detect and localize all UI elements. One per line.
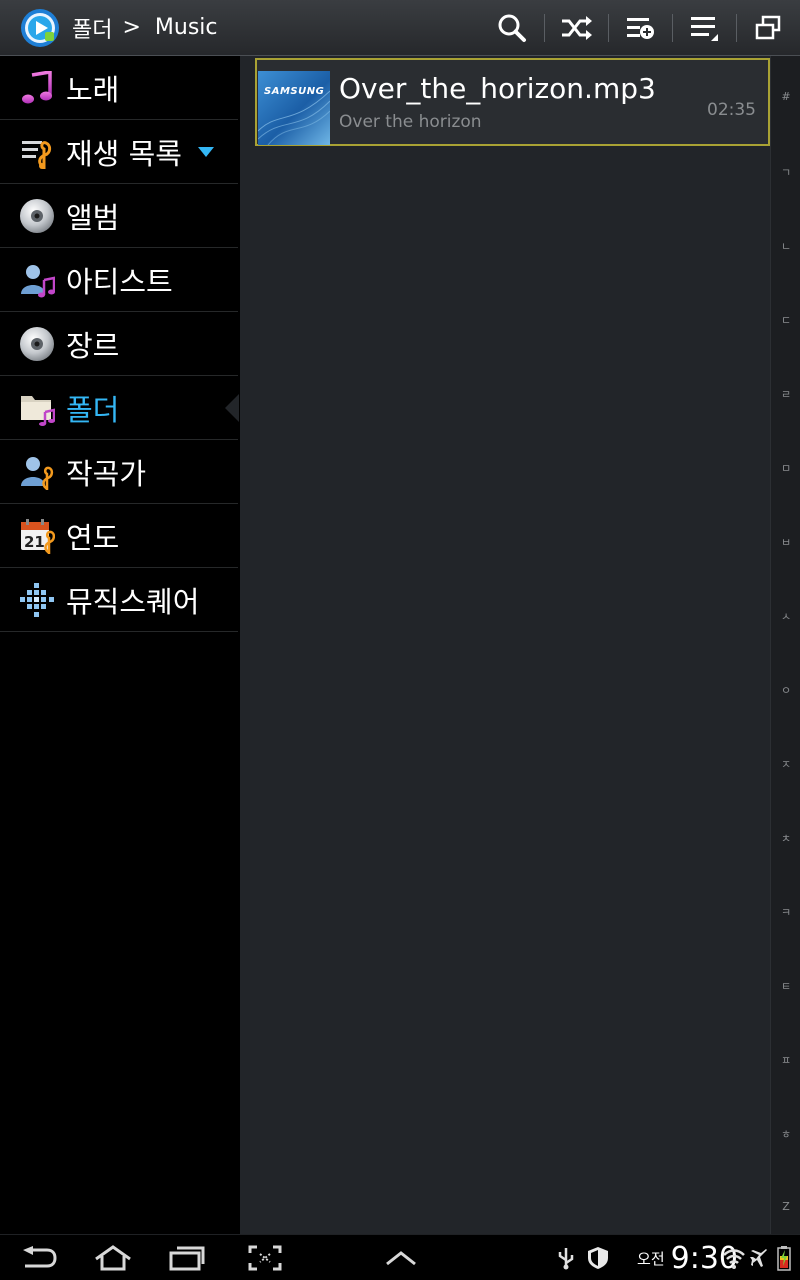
index-letter[interactable]: ㅊ — [771, 830, 800, 846]
shuffle-button[interactable] — [544, 0, 608, 56]
wifi-icon — [723, 1249, 745, 1269]
index-letter[interactable]: ㅋ — [771, 904, 800, 920]
index-letter[interactable]: ㄴ — [771, 238, 800, 254]
music-square-icon — [19, 582, 55, 618]
shield-icon — [588, 1247, 608, 1269]
sidebar-item-composers[interactable]: 작곡가 — [0, 440, 238, 504]
breadcrumb-separator: > — [122, 15, 141, 40]
sidebar-item-artists[interactable]: 아티스트 — [0, 248, 238, 312]
home-icon — [95, 1245, 131, 1271]
index-letter[interactable]: ㅎ — [771, 1126, 800, 1142]
breadcrumb: 폴더 > Music — [72, 12, 218, 44]
index-letter[interactable]: ㅈ — [771, 756, 800, 772]
index-letter[interactable]: ㄹ — [771, 386, 800, 402]
sidebar-item-folders[interactable]: 폴더 — [0, 376, 239, 440]
music-note-icon — [19, 70, 55, 106]
home-button[interactable] — [88, 1235, 138, 1280]
index-letter[interactable]: ㅌ — [771, 978, 800, 994]
sidebar-item-label: 연도 — [66, 520, 120, 555]
song-title: Over_the_horizon.mp3 — [339, 72, 656, 105]
sidebar-item-years[interactable]: 21 연도 — [0, 504, 238, 568]
playlist-icon — [19, 134, 55, 170]
search-icon — [498, 14, 526, 42]
chevron-down-icon[interactable] — [197, 146, 214, 157]
alphabet-index-bar[interactable]: # ㄱ ㄴ ㄷ ㄹ ㅁ ㅂ ㅅ ㅇ ㅈ ㅊ ㅋ ㅌ ㅍ ㅎ Z — [770, 56, 800, 1234]
song-duration: 02:35 — [707, 100, 756, 120]
composer-icon — [19, 454, 55, 490]
window-icon — [755, 15, 781, 39]
song-list-panel: SAMSUNG Over_the_horizon.mp3 Over the ho… — [240, 56, 770, 1234]
sidebar-item-label: 폴더 — [66, 392, 120, 427]
clock-ampm: 오전 — [637, 1249, 665, 1268]
security-status — [585, 1235, 611, 1280]
category-sidebar: 노래 재생 목록 앨범 아티스트 장르 폴더 작곡가 21 연도 뮤직스퀘어 — [0, 56, 239, 1234]
genre-disc-icon — [19, 326, 55, 362]
album-disc-icon — [19, 198, 55, 234]
index-letter[interactable]: ㅂ — [771, 534, 800, 550]
sidebar-item-label: 아티스트 — [66, 264, 173, 299]
breadcrumb-root[interactable]: 폴더 — [72, 12, 112, 44]
index-letter[interactable]: # — [771, 90, 800, 103]
index-letter[interactable]: ㅅ — [771, 608, 800, 624]
up-chevron-icon — [386, 1251, 416, 1266]
thumbnail-brand-text: SAMSUNG — [264, 86, 325, 97]
battery-icon — [777, 1246, 791, 1271]
usb-icon — [558, 1248, 574, 1270]
battery-status — [773, 1235, 795, 1280]
sidebar-item-label: 재생 목록 — [66, 136, 182, 171]
airplane-status — [748, 1235, 770, 1280]
sidebar-item-label: 뮤직스퀘어 — [66, 584, 200, 619]
svg-text:21: 21 — [24, 533, 45, 551]
album-art-thumbnail: SAMSUNG — [258, 71, 330, 145]
artist-icon — [19, 262, 55, 298]
mini-apps-tray-button[interactable] — [376, 1235, 426, 1280]
list-options-icon — [691, 16, 718, 41]
system-navigation-bar: 오전 9:30 — [0, 1234, 800, 1280]
index-letter[interactable]: ㄱ — [771, 164, 800, 180]
index-letter[interactable]: ㅍ — [771, 1052, 800, 1068]
action-bar: 폴더 > Music — [0, 0, 800, 56]
sidebar-item-music-square[interactable]: 뮤직스퀘어 — [0, 568, 238, 632]
sidebar-item-genres[interactable]: 장르 — [0, 312, 238, 376]
index-letter[interactable]: ㄷ — [771, 312, 800, 328]
sidebar-item-label: 앨범 — [66, 200, 120, 235]
sidebar-item-playlists[interactable]: 재생 목록 — [0, 120, 238, 184]
toolbar — [480, 0, 800, 56]
back-button[interactable] — [14, 1235, 64, 1280]
index-letter[interactable]: Z — [771, 1200, 800, 1213]
list-item[interactable]: SAMSUNG Over_the_horizon.mp3 Over the ho… — [255, 58, 770, 146]
index-letter[interactable]: ㅇ — [771, 682, 800, 698]
sidebar-item-label: 작곡가 — [66, 456, 147, 491]
index-letter[interactable]: ㅁ — [771, 460, 800, 476]
airplane-icon — [750, 1249, 767, 1267]
add-to-playlist-icon — [627, 17, 654, 39]
sidebar-item-label: 장르 — [66, 328, 120, 363]
music-player-logo-icon[interactable] — [20, 8, 60, 48]
window-button[interactable] — [736, 0, 800, 56]
song-subtitle: Over the horizon — [339, 112, 482, 132]
sidebar-item-albums[interactable]: 앨범 — [0, 184, 238, 248]
back-icon — [23, 1246, 57, 1268]
shuffle-icon — [562, 15, 592, 40]
folder-music-icon — [19, 390, 55, 426]
sidebar-item-songs[interactable]: 노래 — [0, 56, 238, 120]
add-to-playlist-button[interactable] — [608, 0, 672, 56]
recent-apps-icon — [169, 1246, 205, 1271]
search-button[interactable] — [480, 0, 544, 56]
breadcrumb-current: Music — [154, 15, 218, 40]
sidebar-item-label: 노래 — [66, 72, 120, 107]
screenshot-button[interactable] — [240, 1235, 290, 1280]
usb-status — [554, 1235, 578, 1280]
calendar-year-icon: 21 — [19, 518, 55, 554]
recent-apps-button[interactable] — [162, 1235, 212, 1280]
wifi-status — [722, 1235, 746, 1280]
screenshot-icon — [248, 1245, 282, 1271]
list-options-button[interactable] — [672, 0, 736, 56]
